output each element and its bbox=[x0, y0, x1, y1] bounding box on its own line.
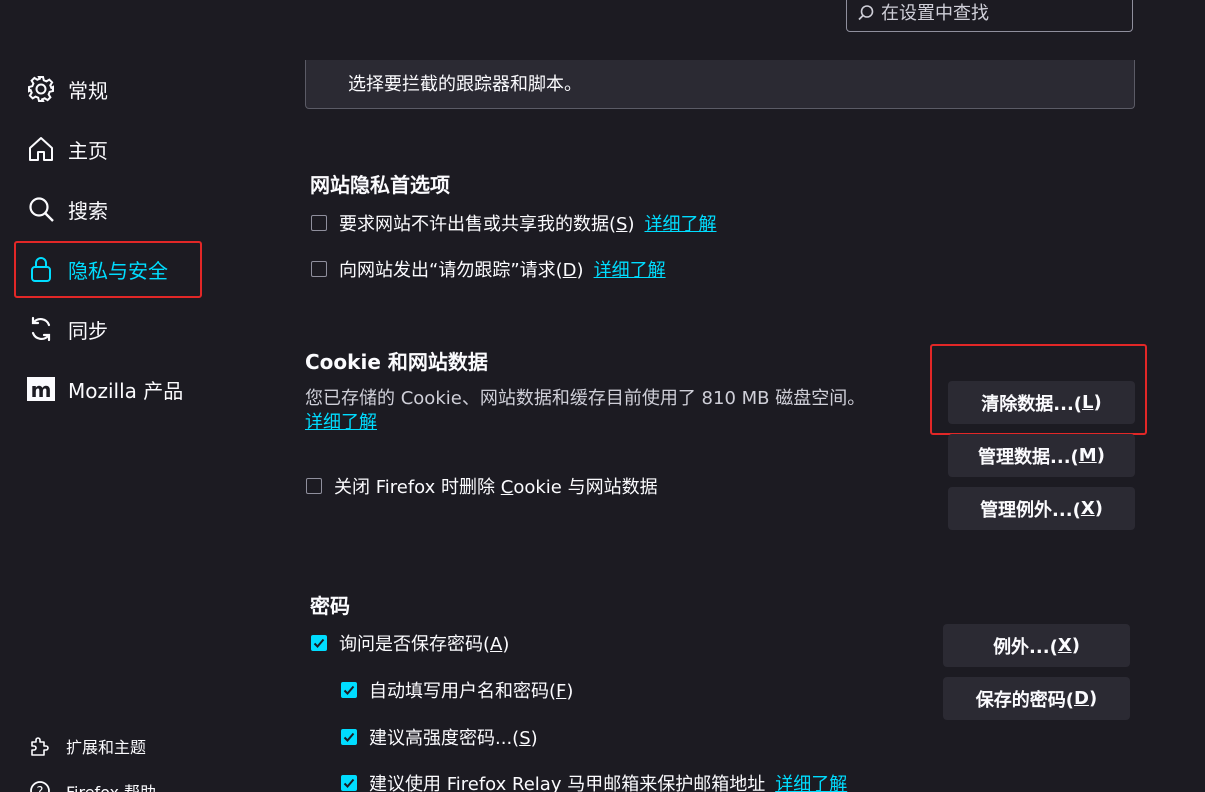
help-icon: ? bbox=[28, 779, 52, 792]
sidebar-item-sync[interactable]: 同步 bbox=[26, 309, 108, 349]
sidebar-item-label: Mozilla 产品 bbox=[68, 378, 184, 403]
sidebar-item-label: 常规 bbox=[68, 78, 108, 103]
cookies-heading: Cookie 和网站数据 bbox=[305, 350, 488, 374]
sidebar-item-label: Firefox 帮助 bbox=[66, 779, 156, 792]
autofill-checkbox[interactable] bbox=[341, 682, 357, 698]
sidebar-item-label: 同步 bbox=[68, 318, 108, 343]
manage-data-button[interactable]: 管理数据...(M) bbox=[948, 434, 1135, 477]
suggest-strong-checkbox[interactable] bbox=[341, 729, 357, 745]
checkmark-icon bbox=[343, 732, 355, 742]
ask-save-passwords-checkbox[interactable] bbox=[311, 635, 327, 651]
manage-exceptions-button[interactable]: 管理例外...(X) bbox=[948, 487, 1135, 530]
highlight-box-privacy bbox=[14, 241, 202, 298]
dnt-checkbox[interactable] bbox=[311, 261, 327, 277]
delete-on-close-label[interactable]: 关闭 Firefox 时删除 Cookie 与网站数据 bbox=[334, 473, 658, 499]
dnt-label[interactable]: 向网站发出“请勿跟踪”请求(D) bbox=[339, 256, 584, 282]
autofill-label[interactable]: 自动填写用户名和密码(F) bbox=[369, 677, 573, 703]
sidebar-item-help[interactable]: ? Firefox 帮助 bbox=[28, 777, 156, 792]
sidebar-item-search[interactable]: 搜索 bbox=[26, 189, 108, 229]
checkmark-icon bbox=[343, 778, 355, 788]
mozilla-icon: m bbox=[26, 374, 56, 404]
gpc-option: 要求网站不许出售或共享我的数据(S) 详细了解 bbox=[311, 210, 717, 236]
passwords-heading: 密码 bbox=[310, 594, 350, 618]
delete-on-close-checkbox[interactable] bbox=[306, 478, 322, 494]
sidebar-item-mozilla-products[interactable]: m Mozilla 产品 bbox=[26, 369, 183, 409]
dnt-learn-more-link[interactable]: 详细了解 bbox=[594, 256, 666, 282]
sidebar-item-addons[interactable]: 扩展和主题 bbox=[28, 732, 146, 760]
ask-save-passwords-label[interactable]: 询问是否保存密码(A) bbox=[339, 630, 509, 656]
svg-text:m: m bbox=[31, 378, 52, 402]
sidebar-item-general[interactable]: 常规 bbox=[26, 69, 108, 109]
cookies-learn-more-link[interactable]: 详细了解 bbox=[305, 408, 377, 434]
puzzle-icon bbox=[28, 734, 52, 758]
gpc-checkbox[interactable] bbox=[311, 215, 327, 231]
cookies-usage-text: 您已存储的 Cookie、网站数据和缓存目前使用了 810 MB 磁盘空间。 bbox=[305, 388, 866, 409]
search-icon bbox=[858, 5, 874, 21]
suggest-strong-label[interactable]: 建议高强度密码...(S) bbox=[369, 724, 538, 750]
relay-label[interactable]: 建议使用 Firefox Relay 马甲邮箱来保护邮箱地址 bbox=[369, 770, 765, 792]
gpc-label[interactable]: 要求网站不许出售或共享我的数据(S) bbox=[339, 210, 635, 236]
settings-page: 常规 主页 搜索 隐私与安全 同步 m Mozilla 产品 bbox=[0, 0, 1205, 792]
sidebar-item-home[interactable]: 主页 bbox=[26, 129, 108, 169]
gear-icon bbox=[26, 74, 56, 104]
checkmark-icon bbox=[343, 685, 355, 695]
search-box[interactable] bbox=[846, 0, 1133, 32]
custom-trackers-panel: 选择要拦截的跟踪器和脚本。 bbox=[305, 60, 1135, 109]
saved-passwords-button[interactable]: 保存的密码(D) bbox=[943, 677, 1130, 720]
relay-checkbox[interactable] bbox=[341, 775, 357, 791]
sidebar-item-label: 搜索 bbox=[68, 198, 108, 223]
ask-save-passwords-option: 询问是否保存密码(A) bbox=[311, 630, 509, 656]
sync-icon bbox=[26, 314, 56, 344]
sidebar-item-label: 扩展和主题 bbox=[66, 738, 147, 757]
search-icon bbox=[26, 194, 56, 224]
website-privacy-heading: 网站隐私首选项 bbox=[310, 173, 450, 197]
relay-learn-more-link[interactable]: 详细了解 bbox=[775, 770, 847, 792]
autofill-option: 自动填写用户名和密码(F) bbox=[341, 677, 573, 703]
home-icon bbox=[26, 134, 56, 164]
relay-option: 建议使用 Firefox Relay 马甲邮箱来保护邮箱地址 详细了解 bbox=[341, 770, 847, 792]
delete-on-close-option: 关闭 Firefox 时删除 Cookie 与网站数据 bbox=[306, 473, 658, 499]
dnt-option: 向网站发出“请勿跟踪”请求(D) 详细了解 bbox=[311, 256, 666, 282]
trackers-description: 选择要拦截的跟踪器和脚本。 bbox=[348, 74, 582, 95]
gpc-learn-more-link[interactable]: 详细了解 bbox=[645, 210, 717, 236]
highlight-box-clear-data bbox=[930, 344, 1147, 435]
svg-text:?: ? bbox=[37, 785, 44, 792]
checkmark-icon bbox=[313, 638, 325, 648]
search-input[interactable] bbox=[879, 1, 1123, 25]
suggest-strong-option: 建议高强度密码...(S) bbox=[341, 724, 538, 750]
sidebar-item-label: 主页 bbox=[68, 138, 108, 163]
password-exceptions-button[interactable]: 例外...(X) bbox=[943, 624, 1130, 667]
